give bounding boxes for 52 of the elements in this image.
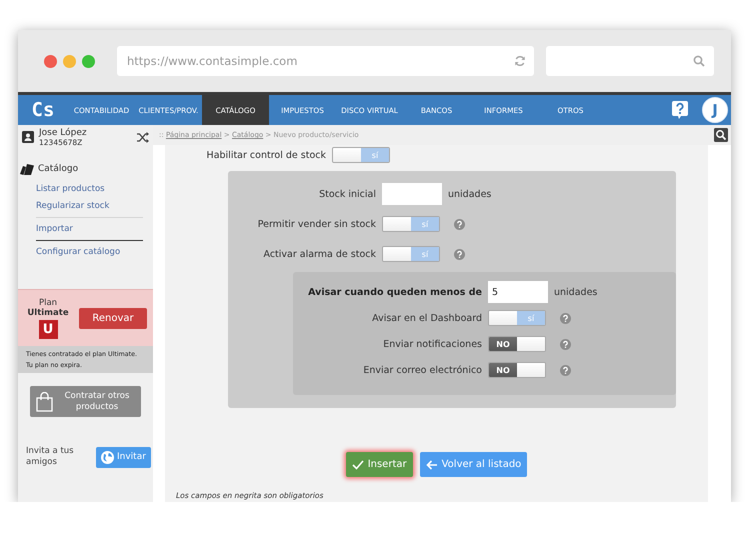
search-icon	[693, 55, 705, 67]
insert-button[interactable]: Insertar	[346, 452, 413, 477]
search-field[interactable]	[546, 46, 714, 76]
section-title: Catálogo	[38, 164, 78, 174]
shop-button[interactable]: Contratar otros productos	[30, 386, 141, 417]
number-field[interactable]	[382, 183, 442, 205]
field-label: Stock inicial	[318, 188, 376, 200]
invite-text: Invita a tus amigos	[26, 446, 75, 468]
toggle-switch[interactable]: NO	[488, 336, 546, 352]
help-icon[interactable]	[560, 364, 571, 376]
address-bar[interactable]: https://www.contasimple.com	[117, 46, 534, 76]
renew-button[interactable]: Renovar	[79, 308, 147, 328]
help-icon[interactable]	[454, 218, 465, 230]
help-icon[interactable]	[672, 101, 688, 119]
shuffle-icon[interactable]	[137, 132, 149, 142]
refresh-icon[interactable]	[514, 55, 526, 67]
minimize-dot[interactable]	[63, 54, 76, 68]
field-label: Habilitar control de stock	[206, 150, 326, 160]
help-icon[interactable]	[560, 338, 571, 350]
field-label: Avisar en el Dashboard	[371, 312, 482, 324]
back-button[interactable]: Volver al listado	[420, 452, 528, 477]
maximize-dot[interactable]	[82, 54, 95, 68]
unit-label: unidades	[554, 286, 598, 298]
help-icon[interactable]	[454, 248, 465, 260]
globe-icon	[101, 450, 114, 464]
plan-label: Plan	[38, 298, 58, 308]
books-icon	[20, 163, 34, 175]
plan-badge: U	[38, 320, 58, 338]
sidebar-link[interactable]: Regularizar stock	[36, 198, 153, 215]
invite-button[interactable]: Invitar	[96, 446, 151, 468]
sidebar-link[interactable]: Configurar catálogo	[36, 244, 153, 261]
check-icon	[352, 460, 364, 470]
contact-card-icon	[22, 131, 34, 143]
plan-name: Ultimate	[27, 308, 69, 318]
search-icon[interactable]	[714, 128, 728, 142]
user-name: Jose López	[39, 128, 88, 138]
field-label: Activar alarma de stock	[262, 248, 376, 260]
unit-label: unidades	[448, 188, 492, 200]
arrow-left-icon	[426, 460, 438, 470]
toggle-switch[interactable]: NO	[488, 362, 546, 378]
sidebar-link[interactable]: Listar productos	[36, 181, 153, 198]
close-dot[interactable]	[44, 54, 57, 68]
field-label: Enviar correo electrónico	[362, 364, 482, 376]
help-icon[interactable]	[560, 312, 571, 324]
app-logo[interactable]: Cs	[18, 95, 68, 125]
field-label: Permitir vender sin stock	[256, 218, 376, 230]
field-label: Enviar notificaciones	[382, 338, 482, 350]
shopping-bag-icon	[36, 392, 53, 412]
user-avatar[interactable]: J	[702, 97, 728, 123]
field-label: Avisar cuando queden menos de	[307, 286, 482, 298]
sidebar-link[interactable]: Importar	[36, 221, 153, 238]
number-field[interactable]: 5	[488, 281, 548, 303]
